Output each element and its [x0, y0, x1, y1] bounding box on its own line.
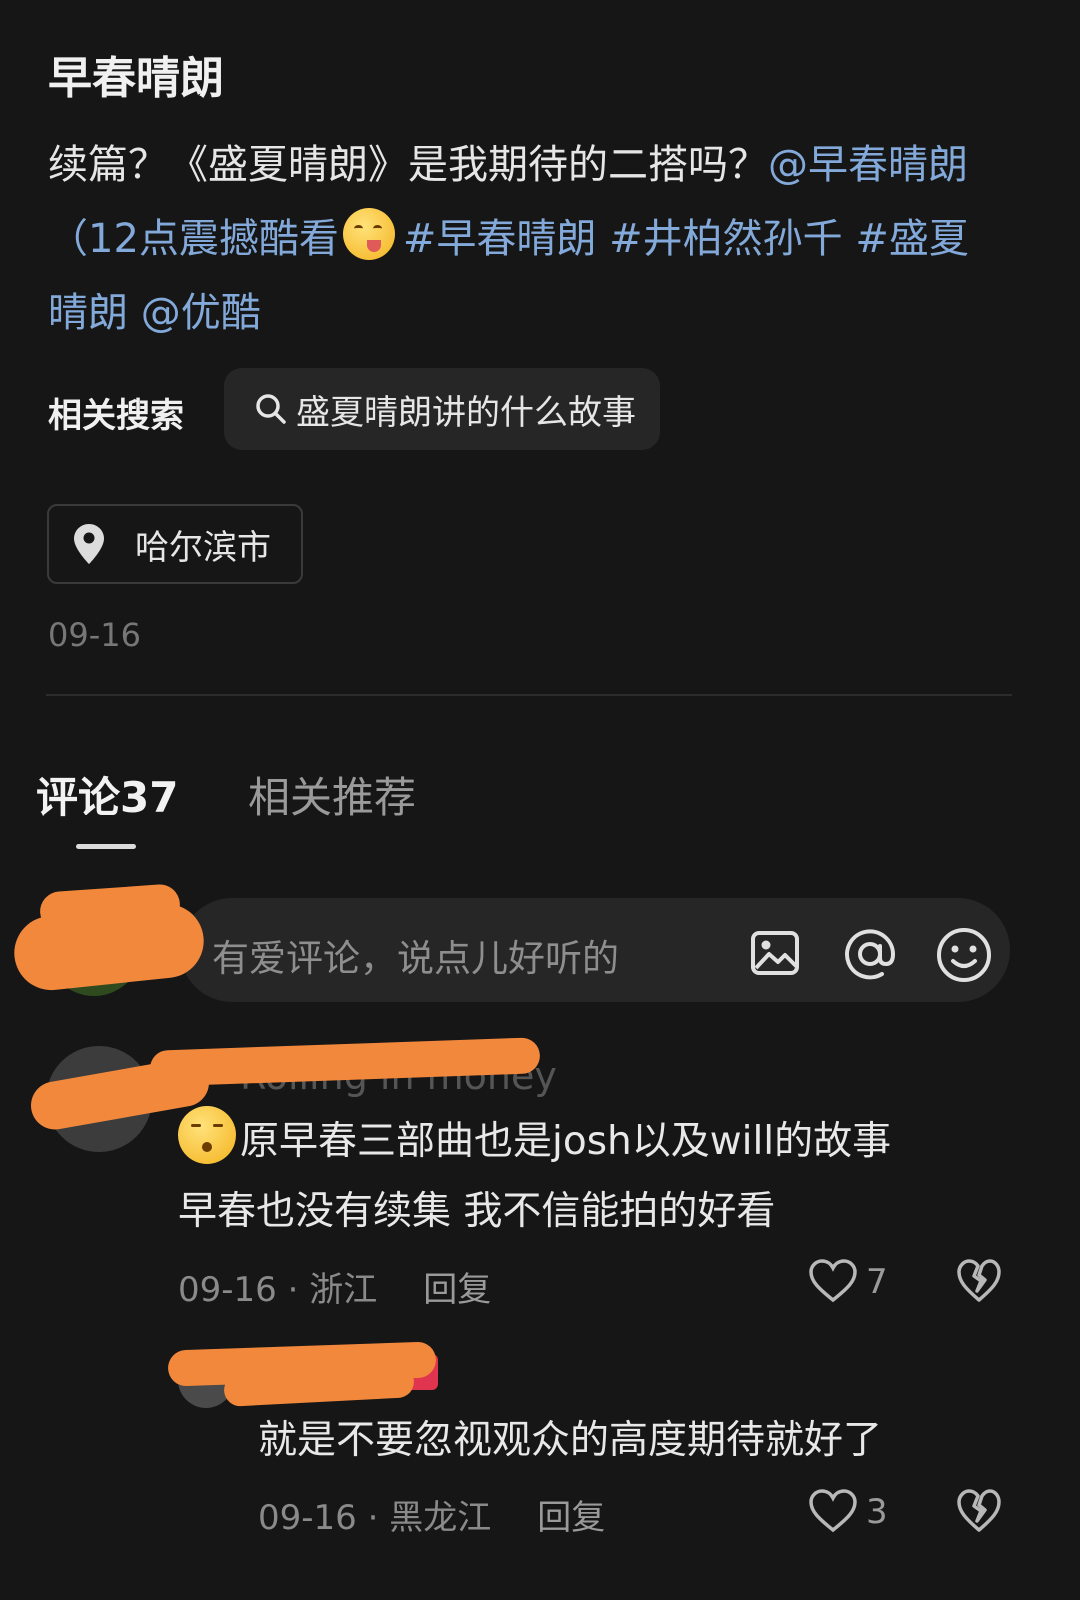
yum-face-emoji-icon [342, 208, 395, 260]
tab-comments[interactable]: 评论37 [36, 764, 178, 825]
comment-text: 原早春三部曲也是josh以及will的故事 早春也没有续集 我不信能拍的好看 [178, 1106, 1028, 1247]
image-icon[interactable] [750, 930, 800, 976]
desc-text: 续篇？《盛夏晴朗》是我期待的二搭吗？ [48, 142, 768, 188]
comment-date: 09-16 [178, 1270, 277, 1310]
post-title: 早春晴朗 [48, 53, 224, 104]
related-search-label: 相关搜索 [48, 396, 184, 436]
search-icon [256, 394, 286, 424]
comment-date: 09-16 [258, 1498, 357, 1538]
comment-meta: 09-16 · 黑龙江 回复 [258, 1498, 606, 1538]
hashtag-link[interactable]: #井柏然孙千 [609, 216, 843, 262]
like-count: 7 [866, 1262, 888, 1302]
emoji-icon[interactable] [935, 926, 993, 984]
heart-icon[interactable] [808, 1258, 858, 1304]
broken-heart-icon[interactable] [956, 1258, 1002, 1304]
comment-input-placeholder: 有爱评论，说点儿好听的 [212, 937, 619, 980]
at-icon[interactable] [842, 926, 898, 982]
location-pin-icon [74, 524, 104, 564]
mention-link[interactable]: @优酷 [141, 290, 261, 336]
post-date: 09-16 [48, 616, 141, 654]
post-description: 续篇？《盛夏晴朗》是我期待的二搭吗？@早春晴朗（12点震撼酷看 #早春晴朗 #井柏… [48, 128, 1008, 350]
like-count: 3 [866, 1492, 888, 1532]
related-search-chip[interactable]: 盛夏晴朗讲的什么故事 [224, 368, 660, 450]
raised-eyebrow-face-emoji-icon [178, 1106, 236, 1164]
broken-heart-icon[interactable] [956, 1488, 1002, 1534]
comment-region: 浙江 [309, 1270, 378, 1310]
hashtag-link[interactable]: #早春晴朗 [403, 216, 597, 262]
active-tab-indicator [76, 844, 136, 849]
reply-button[interactable]: 回复 [537, 1498, 605, 1538]
comment-meta: 09-16 · 浙江 回复 [178, 1270, 492, 1310]
location-tag[interactable]: 哈尔滨市 [47, 504, 303, 584]
comment-region: 黑龙江 [389, 1498, 492, 1538]
divider [46, 694, 1012, 696]
heart-icon[interactable] [808, 1488, 858, 1534]
reply-button[interactable]: 回复 [423, 1270, 491, 1310]
tab-related-recommendations[interactable]: 相关推荐 [248, 764, 416, 825]
comment-text: 就是不要忽视观众的高度期待就好了 [258, 1418, 883, 1463]
location-name: 哈尔滨市 [135, 527, 271, 568]
related-search-query: 盛夏晴朗讲的什么故事 [296, 392, 636, 433]
